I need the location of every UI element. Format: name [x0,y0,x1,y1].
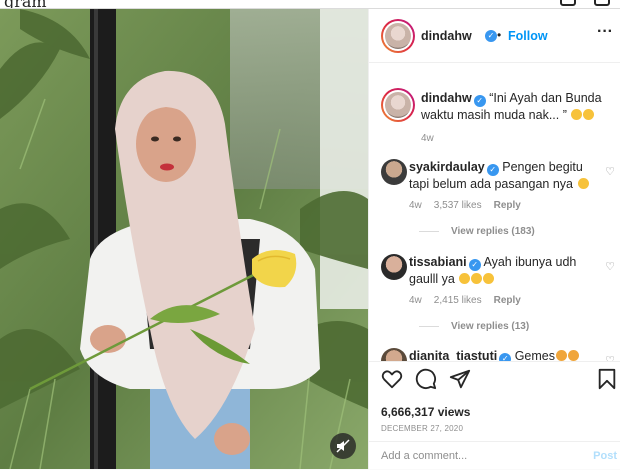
view-replies-button[interactable]: View replies (13) [419,321,529,332]
comment-like-heart-icon[interactable]: ♡ [605,260,615,273]
comment-meta: 4w 2,415 likes Reply [409,295,533,306]
mute-button[interactable] [330,433,356,459]
comment: tissabiani ✓ Ayah ibunya udh gaulll ya [409,254,599,288]
view-replies-label: View replies (13) [451,321,530,332]
caption: dindahw ✓ “Ini Ayah dan Bunda waktu masih… [421,90,611,124]
winking-tongue-face-emoji [471,273,483,284]
verified-badge-icon: ✓ [473,95,486,107]
comment-icon[interactable] [415,368,437,390]
verified-badge-icon: ✓ [468,259,481,271]
verified-badge-icon: ✓ [499,353,512,361]
verified-badge-icon: ✓ [485,30,497,42]
heart-icon[interactable] [381,368,403,390]
caption-age[interactable]: 4w [421,133,434,144]
video-frame [0,9,368,469]
home-icon[interactable] [560,0,576,6]
comment: dianita_tiastuti ✓ Gemes [409,348,599,361]
author-avatar[interactable] [381,19,415,53]
follow-button[interactable]: Follow [508,29,548,43]
caption-meta: 4w [421,133,446,144]
speaker-muted-icon [336,439,350,453]
author-username[interactable]: dindahw [421,29,472,43]
comment-likes[interactable]: 3,537 likes [434,200,482,211]
action-icons [381,368,471,390]
post-header: dindahw ✓ • Follow ··· [369,9,620,63]
post-actions: 6,666,317 views DECEMBER 27, 2020 Add a … [369,361,620,469]
comment-text: Gemes [514,349,555,361]
add-comment-bar: Add a comment... Post [369,441,620,470]
comment-avatar[interactable] [381,348,407,361]
activity-icon[interactable] [594,0,610,6]
top-nav-icons [560,0,610,6]
more-horizontal-icon[interactable]: ··· [597,23,613,41]
winking-tongue-face-emoji [459,273,471,284]
comment-meta: 4w 3,537 likes Reply [409,200,533,211]
comment-age[interactable]: 4w [409,295,422,306]
view-replies-button[interactable]: View replies (183) [419,226,535,237]
reply-button[interactable]: Reply [494,295,521,306]
comment-avatar[interactable] [381,159,407,185]
comment: syakirdaulay ✓ Pengen begitu tapi belum a… [409,159,599,193]
upside-down-face-emoji [577,178,589,189]
save-button[interactable] [597,368,617,390]
zany-face-emoji [571,109,583,120]
star-struck-face-emoji [568,350,579,361]
comment-username[interactable]: dianita_tiastuti [409,349,497,361]
winking-tongue-face-emoji [483,273,495,284]
caption-author-avatar[interactable] [381,88,415,122]
comment-username[interactable]: tissabiani [409,255,467,269]
top-navigation-bar: gram [0,0,620,9]
comment-likes[interactable]: 2,415 likes [434,295,482,306]
star-struck-face-emoji [556,350,567,361]
post-video[interactable] [0,9,368,469]
view-count[interactable]: 6,666,317 views [381,405,470,419]
verified-badge-icon: ✓ [486,164,499,176]
separator-dot: • [497,28,502,42]
comment-avatar[interactable] [381,254,407,280]
caption-username[interactable]: dindahw [421,91,472,105]
post-comment-button[interactable]: Post [593,450,617,462]
comment-like-heart-icon[interactable]: ♡ [605,354,615,361]
view-replies-label: View replies (183) [451,226,535,237]
bookmark-icon [598,368,616,390]
post-date[interactable]: DECEMBER 27, 2020 [381,424,463,433]
instagram-logo[interactable]: gram [4,0,47,8]
post-side-panel: dindahw ✓ • Follow ··· dindahw ✓ “Ini Aya… [368,9,620,469]
comments-list[interactable]: dindahw ✓ “Ini Ayah dan Bunda waktu masih… [369,64,620,361]
add-comment-input[interactable]: Add a comment... [381,450,467,462]
paper-plane-icon[interactable] [449,368,471,390]
reply-button[interactable]: Reply [494,200,521,211]
comment-username[interactable]: syakirdaulay [409,160,485,174]
comment-like-heart-icon[interactable]: ♡ [605,165,615,178]
post-dialog: dindahw ✓ • Follow ··· dindahw ✓ “Ini Aya… [0,9,620,469]
grinning-squinting-face-emoji [583,109,595,120]
comment-age[interactable]: 4w [409,200,422,211]
